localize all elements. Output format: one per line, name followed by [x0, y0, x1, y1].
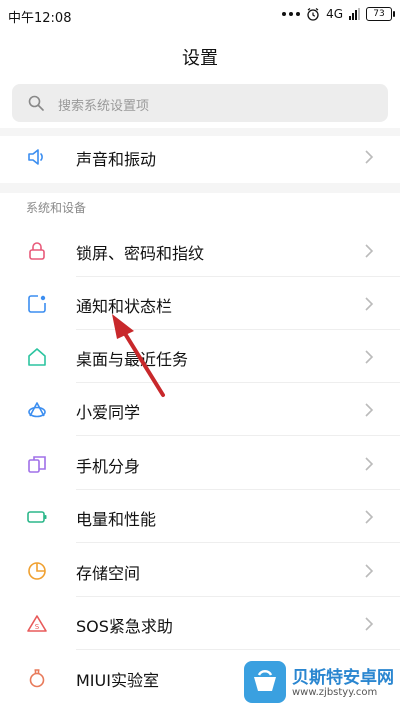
settings-item-label: 小爱同学: [76, 403, 141, 422]
settings-item-xiaoai[interactable]: 小爱同学: [0, 384, 400, 436]
settings-item-label: 锁屏、密码和指纹: [76, 244, 205, 263]
settings-item-sound[interactable]: 声音和振动: [0, 131, 400, 183]
watermark-title: 贝斯特安卓网: [292, 668, 394, 688]
settings-item-battery[interactable]: 电量和性能: [0, 491, 400, 543]
chevron-right-icon: [365, 350, 374, 364]
section-header: 系统和设备: [26, 201, 87, 215]
storage-icon: [28, 562, 46, 580]
speaker-icon: [28, 149, 43, 165]
xiaoai-icon: [28, 402, 46, 418]
status-time: 中午12:08: [8, 11, 72, 26]
row-separator: [76, 329, 400, 330]
chevron-right-icon: [365, 297, 374, 311]
battery-icon: [27, 511, 47, 523]
chevron-right-icon: [365, 564, 374, 578]
home-icon: [28, 348, 46, 366]
settings-item-storage[interactable]: 存储空间: [0, 545, 400, 597]
row-separator: [76, 276, 400, 277]
settings-item-label: 桌面与最近任务: [76, 350, 189, 369]
signal-icon: [349, 8, 360, 20]
settings-item-label: 电量和性能: [76, 510, 157, 529]
watermark: 贝斯特安卓网 www.zjbstyy.com: [244, 657, 394, 707]
status-icons: 4G 73: [282, 6, 395, 22]
settings-item-lockscreen[interactable]: 锁屏、密码和指纹: [0, 225, 400, 277]
chevron-right-icon: [365, 617, 374, 631]
status-bar: 中午12:08 4G 73: [0, 0, 400, 28]
search-placeholder: 搜索系统设置项: [58, 99, 150, 114]
row-separator: [76, 435, 400, 436]
row-separator: [76, 596, 400, 597]
search-icon: [28, 95, 44, 111]
row-separator: [76, 382, 400, 383]
lock-icon: [29, 242, 45, 260]
alarm-icon: [307, 8, 319, 21]
chevron-right-icon: [365, 510, 374, 524]
row-separator: [76, 489, 400, 490]
settings-item-label: 通知和状态栏: [76, 297, 173, 316]
settings-item-desktop[interactable]: 桌面与最近任务: [0, 331, 400, 383]
flask-icon: [29, 669, 45, 688]
watermark-logo-icon: [244, 661, 286, 703]
settings-item-label: SOS紧急求助: [76, 617, 173, 636]
chevron-right-icon: [365, 150, 374, 164]
settings-item-notifications[interactable]: 通知和状态栏: [0, 278, 400, 330]
settings-item-label: 存储空间: [76, 564, 141, 583]
svg-text:S: S: [35, 623, 40, 631]
search-input[interactable]: 搜索系统设置项: [12, 84, 388, 122]
settings-item-label: 手机分身: [76, 457, 141, 476]
notification-icon: [28, 295, 46, 313]
settings-item-label: 声音和振动: [76, 150, 157, 169]
chevron-right-icon: [365, 457, 374, 471]
clone-icon: [28, 456, 46, 473]
divider: [0, 183, 400, 193]
network-type: 4G: [326, 7, 343, 21]
more-notifications-icon: [282, 12, 301, 16]
chevron-right-icon: [365, 403, 374, 417]
row-separator: [76, 542, 400, 543]
chevron-right-icon: [365, 244, 374, 258]
sos-icon: S: [27, 615, 47, 632]
row-separator: [76, 649, 400, 650]
settings-item-sos[interactable]: S SOS紧急求助: [0, 598, 400, 650]
watermark-url: www.zjbstyy.com: [292, 687, 378, 698]
page-title: 设置: [182, 48, 218, 69]
settings-item-dual-apps[interactable]: 手机分身: [0, 438, 400, 490]
battery-indicator: 73: [366, 7, 395, 21]
settings-item-label: MIUI实验室: [76, 671, 159, 690]
